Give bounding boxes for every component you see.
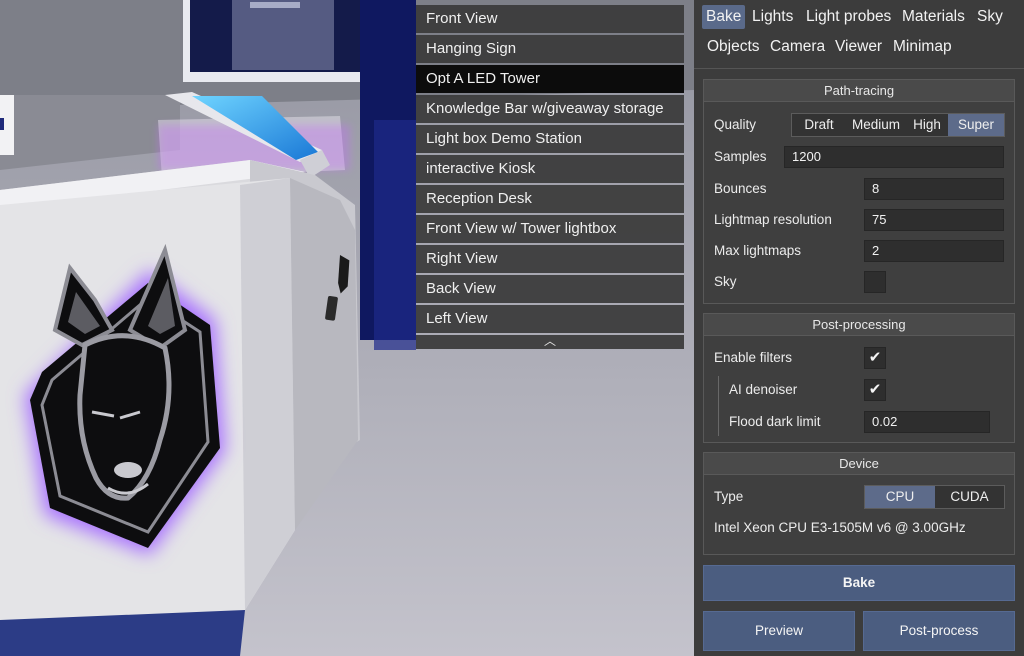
section-title: Device [704,453,1014,475]
samples-row: Samples 1200 [704,145,1014,169]
camera-view-interactive-kiosk[interactable]: interactive Kiosk [416,155,684,183]
enable-filters-row: Enable filters ✔ [704,346,1014,370]
section-title: Path-tracing [704,80,1014,102]
max-lightmaps-input[interactable]: 2 [864,240,1004,262]
lightmap-resolution-label: Lightmap resolution [714,212,832,227]
quality-option-draft[interactable]: Draft [792,114,846,136]
quality-option-super[interactable]: Super [948,114,1004,136]
camera-view-right-view[interactable]: Right View [416,245,684,273]
device-type-label: Type [714,489,744,504]
tab-bake[interactable]: Bake [702,5,746,29]
sky-row: Sky [704,270,1014,294]
max-lightmaps-label: Max lightmaps [714,243,802,258]
lightmap-resolution-row: Lightmap resolution 75 [704,208,1014,232]
lightmap-resolution-input[interactable]: 75 [864,209,1004,231]
device-option-cuda[interactable]: CUDA [935,486,1004,508]
camera-view-light-box-demo-station[interactable]: Light box Demo Station [416,125,684,153]
device-name-row: Intel Xeon CPU E3-1505M v6 @ 3.00GHz [704,516,1014,540]
camera-view-hanging-sign[interactable]: Hanging Sign [416,35,684,63]
camera-view-left-view[interactable]: Left View [416,305,684,333]
bounces-label: Bounces [714,181,767,196]
flood-dark-limit-input[interactable]: 0.02 [864,411,990,433]
device-section: Device Type CPU CUDA Intel Xeon CPU E3-15… [703,452,1015,555]
device-name: Intel Xeon CPU E3-1505M v6 @ 3.00GHz [714,520,966,535]
tab-viewer[interactable]: Viewer [831,35,886,59]
device-type-selector: CPU CUDA [864,485,1005,509]
samples-label: Samples [714,149,767,164]
tab-sky[interactable]: Sky [973,5,1007,29]
camera-view-front-view-w-tower-lightbox[interactable]: Front View w/ Tower lightbox [416,215,684,243]
device-type-row: Type CPU CUDA [704,485,1014,509]
ai-denoiser-checkbox[interactable]: ✔ [864,379,886,401]
post-process-button[interactable]: Post-process [863,611,1015,651]
camera-view-list: Front View Hanging Sign Opt A LED Tower Kno… [416,5,684,349]
sky-checkbox[interactable] [864,271,886,293]
checkmark-icon: ✔ [868,381,882,398]
camera-view-knowledge-bar-w-giveaway-storage[interactable]: Knowledge Bar w/giveaway storage [416,95,684,123]
quality-selector: Draft Medium High Super [791,113,1005,137]
flood-dark-limit-row: Flood dark limit 0.02 [704,410,1014,434]
tab-lights[interactable]: Lights [748,5,797,29]
sky-label: Sky [714,274,737,289]
ai-denoiser-row: AI denoiser ✔ [704,378,1014,402]
bake-panel: Bake Lights Light probes Materials Sky O… [694,0,1024,656]
camera-view-front-view[interactable]: Front View [416,5,684,33]
enable-filters-checkbox[interactable]: ✔ [864,347,886,369]
flood-dark-limit-label: Flood dark limit [729,414,821,429]
device-option-cpu[interactable]: CPU [865,486,935,508]
quality-label: Quality [714,117,757,132]
tab-camera[interactable]: Camera [766,35,829,59]
post-processing-section: Post-processing Enable filters ✔ AI deno… [703,313,1015,443]
quality-option-medium[interactable]: Medium [846,114,906,136]
samples-input[interactable]: 1200 [784,146,1004,168]
tab-divider [694,68,1024,69]
bounces-row: Bounces 8 [704,177,1014,201]
collapse-list-icon[interactable]: ︿ [416,335,684,349]
path-tracing-section: Path-tracing Quality Draft Medium High Supe… [703,79,1015,304]
checkmark-icon: ✔ [868,349,882,366]
bake-button[interactable]: Bake [703,565,1015,601]
camera-view-reception-desk[interactable]: Reception Desk [416,185,684,213]
camera-view-back-view[interactable]: Back View [416,275,684,303]
tab-materials[interactable]: Materials [898,5,969,29]
tab-light-probes[interactable]: Light probes [802,5,895,29]
3d-viewport[interactable]: Front View Hanging Sign Opt A LED Tower Kno… [0,0,694,656]
max-lightmaps-row: Max lightmaps 2 [704,239,1014,263]
bounces-input[interactable]: 8 [864,178,1004,200]
tab-minimap[interactable]: Minimap [889,35,956,59]
camera-view-opt-a-led-tower[interactable]: Opt A LED Tower [416,65,684,93]
quality-row: Quality Draft Medium High Super [704,113,1014,137]
tab-objects[interactable]: Objects [703,35,764,59]
preview-button[interactable]: Preview [703,611,855,651]
enable-filters-label: Enable filters [714,350,793,365]
ai-denoiser-label: AI denoiser [729,382,798,397]
section-title: Post-processing [704,314,1014,336]
quality-option-high[interactable]: High [906,114,948,136]
